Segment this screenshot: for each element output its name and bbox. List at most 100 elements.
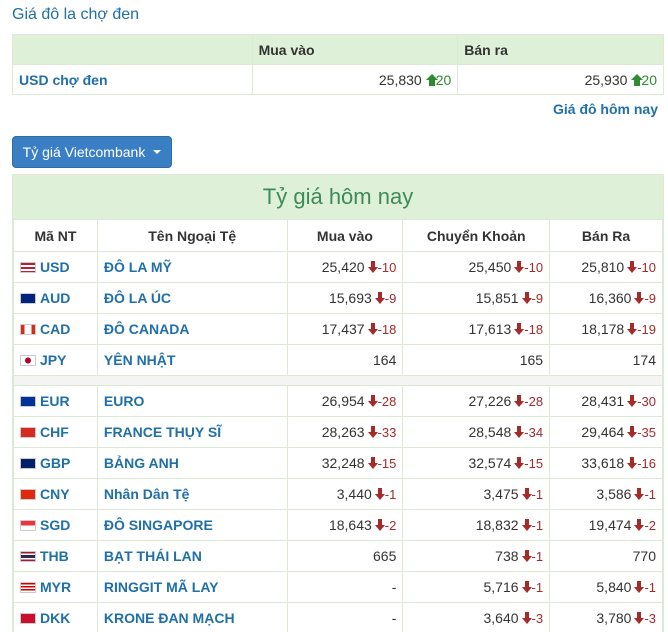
buy-value: 18,643 [328,517,372,533]
currency-code: CHF [40,424,69,440]
table-row: USD ĐÔ LA MỸ 25,420 -10 25,450 -10 25,810 -10 [13,251,663,283]
sell-cell: 770 [549,540,663,572]
currency-code-cell: EUR [13,385,98,417]
sell-change: -2 [644,518,656,533]
arrow-down-icon [374,519,385,531]
currency-name[interactable]: BẠT THÁI LAN [96,540,288,572]
arrow-down-icon [367,426,378,438]
arrow-down-icon [521,292,532,304]
currency-name[interactable]: Nhân Dân Tệ [96,478,288,510]
transfer-value: 15,851 [475,290,519,306]
buy-change: -1 [384,487,397,502]
sell-value: 5,840 [596,579,632,595]
arrow-down-icon [367,261,378,273]
currency-code-cell: AUD [13,282,98,314]
currency-code: GBP [40,455,71,471]
currency-name[interactable]: EURO [96,385,288,417]
transfer-change: -1 [531,487,544,502]
buy-cell: 26,954 -28 [286,385,404,417]
arrow-down-icon [367,323,378,335]
sell-cell: 18,178 -19 [549,313,663,345]
arrow-down-icon [627,261,638,273]
eu-flag-icon [20,396,36,407]
transfer-cell: 18,832 -1 [402,509,551,541]
ca-flag-icon [20,324,36,335]
transfer-cell: 738 -1 [402,540,551,572]
sell-change: -30 [637,394,656,409]
sell-value: 28,431 [581,393,625,409]
transfer-change: -34 [524,425,544,440]
col-code: Mã NT [13,219,98,252]
bm-currency-name[interactable]: USD chợ đen [12,64,253,95]
currency-code-cell: SGD [13,509,98,541]
transfer-value: 165 [519,352,544,368]
transfer-cell: 27,226 -28 [402,385,551,417]
sell-cell: 33,618 -16 [549,447,663,479]
black-market-title: Giá đô la chợ đen [12,6,140,23]
table-row: JPY YÊN NHẬT 164 165 174 [13,344,663,376]
transfer-cell: 3,640 -3 [402,602,551,632]
caret-down-icon [153,150,162,154]
currency-code: EUR [40,393,70,409]
currency-name[interactable]: YÊN NHẬT [96,344,288,376]
bm-sell-header: Bán ra [457,34,664,65]
sell-value: 174 [632,352,656,368]
currency-code-cell: CAD [13,313,98,345]
currency-name[interactable]: ĐÔ LA MỸ [96,251,288,283]
sell-cell: 19,474 -2 [549,509,663,541]
transfer-change: -1 [531,549,544,564]
currency-name[interactable]: FRANCE THỤY SĨ [96,416,288,448]
buy-value: 28,263 [321,424,365,440]
arrow-down-icon [634,519,645,531]
buy-value: 17,437 [321,321,365,337]
table-row: THB BẠT THÁI LAN 665 738 -1 770 [13,540,663,572]
table-row: AUD ĐÔ LA ÚC 15,693 -9 15,851 -9 16,360 -9 [13,282,663,314]
arrow-up-icon [425,73,438,86]
currency-code: CAD [40,321,71,337]
bm-buy-header: Mua vào [251,34,459,65]
transfer-change: -18 [524,322,544,337]
currency-name[interactable]: ĐÔ CANADA [96,313,288,345]
buy-cell: 28,263 -33 [286,416,404,448]
transfer-change: -3 [531,611,544,626]
vietcombank-dropdown-button[interactable]: Tỷ giá Vietcombank [12,136,172,168]
arrow-down-icon [627,426,638,438]
transfer-change: -1 [531,518,544,533]
transfer-change: -1 [531,580,544,595]
bm-buy-value: 25,830 [378,71,422,88]
arrow-down-icon [521,581,532,593]
transfer-value: 738 [495,548,519,564]
currency-name[interactable]: RINGGIT MÃ LAY [96,571,288,603]
arrow-down-icon [367,457,378,469]
currency-name[interactable]: KRONE ĐAN MẠCH [96,602,288,632]
currency-name[interactable]: BẢNG ANH [96,447,288,479]
ch-flag-icon [20,427,36,438]
arrow-down-icon [514,323,525,335]
buy-cell: 17,437 -18 [286,313,404,345]
currency-code-cell: USD [13,251,98,283]
table-row: SGD ĐÔ SINGAPORE 18,643 -2 18,832 -1 19,474 -2 [13,509,663,541]
my-flag-icon [20,582,36,593]
currency-code: USD [40,259,70,275]
transfer-change: -9 [531,291,544,306]
dk-flag-icon [20,613,36,624]
transfer-cell: 15,851 -9 [402,282,551,314]
sell-change: -10 [637,260,656,275]
currency-name[interactable]: ĐÔ LA ÚC [96,282,288,314]
buy-value: - [391,579,397,595]
bm-sell-change: 20 [641,71,657,88]
today-dollar-link[interactable]: Giá đô hôm nay [553,101,658,117]
sell-cell: 174 [549,344,663,376]
buy-change: -10 [377,260,397,275]
sell-change: -3 [644,611,656,626]
arrow-down-icon [514,426,525,438]
cn-flag-icon [20,489,36,500]
bm-sell-cell: 25,930 20 [457,64,664,95]
transfer-cell: 25,450 -10 [402,251,551,283]
buy-cell: 3,440 -1 [286,478,404,510]
transfer-change: -10 [524,260,544,275]
transfer-value: 3,475 [483,486,519,502]
transfer-cell: 3,475 -1 [402,478,551,510]
currency-name[interactable]: ĐÔ SINGAPORE [96,509,288,541]
arrow-down-icon [627,457,638,469]
